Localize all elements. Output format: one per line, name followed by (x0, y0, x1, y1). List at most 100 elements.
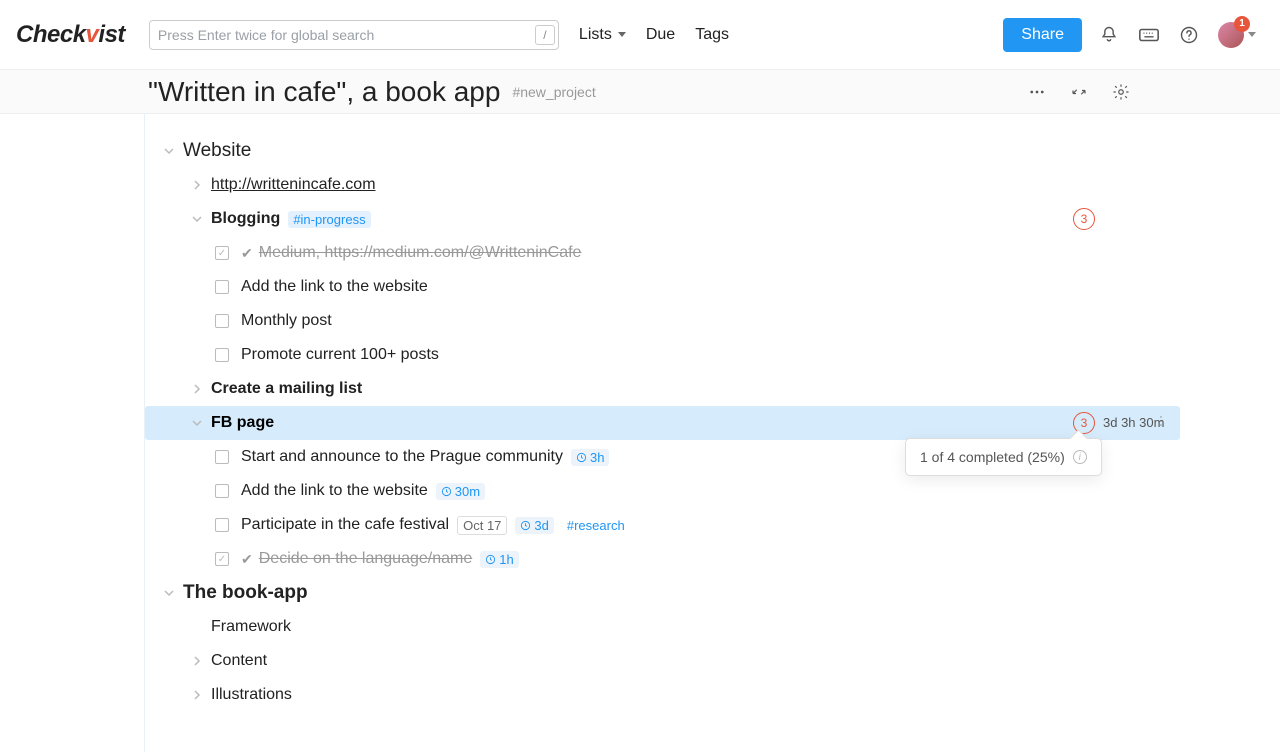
logo-text-2: ist (98, 21, 125, 49)
item-url[interactable]: http://writtenincafe.com (145, 168, 1280, 202)
item-label: Add the link to the website (241, 278, 428, 296)
item-label: Framework (211, 618, 291, 636)
nav-tags[interactable]: Tags (695, 26, 729, 44)
item-label: Medium, https://medium.com/@WritteninCaf… (259, 244, 582, 262)
top-bar: Checkvist / Lists Due Tags Share 1 (0, 0, 1280, 70)
time-badge: 30m (436, 483, 485, 500)
share-button[interactable]: Share (1003, 18, 1082, 52)
logo[interactable]: Checkvist (16, 21, 125, 49)
checkbox[interactable] (215, 484, 229, 498)
tooltip-text: 1 of 4 completed (25%) (920, 449, 1065, 465)
item-promote[interactable]: Promote current 100+ posts (145, 338, 1280, 372)
clock-icon (485, 554, 496, 565)
item-content[interactable]: Content (145, 644, 1280, 678)
nav-lists[interactable]: Lists (579, 26, 626, 44)
item-mailing[interactable]: Create a mailing list (145, 372, 1280, 406)
chevron-down-icon[interactable] (161, 143, 177, 159)
logo-accent: v (86, 21, 99, 49)
item-monthly[interactable]: Monthly post (145, 304, 1280, 338)
item-framework[interactable]: Framework (145, 610, 1280, 644)
item-label: Website (183, 140, 251, 162)
title-actions (1026, 81, 1132, 103)
item-label: Add the link to the website (241, 482, 428, 500)
logo-text: Check (16, 21, 86, 49)
item-label: The book-app (183, 582, 308, 604)
count-badge[interactable]: 3 (1073, 208, 1095, 230)
item-label: Decide on the language/name (259, 550, 473, 568)
progress-tooltip: 1 of 4 completed (25%) i (905, 438, 1102, 476)
outline-content: Website http://writtenincafe.com Bloggin… (144, 114, 1280, 752)
chevron-right-icon[interactable] (189, 381, 205, 397)
time-value: 3d (534, 518, 548, 533)
item-label: Promote current 100+ posts (241, 346, 439, 364)
done-icon: ✔ (241, 551, 253, 568)
keyboard-icon[interactable] (1138, 24, 1160, 46)
bell-icon[interactable] (1098, 24, 1120, 46)
item-illustrations[interactable]: Illustrations (145, 678, 1280, 712)
nav-due[interactable]: Due (646, 26, 675, 44)
time-badge: 3d (515, 517, 553, 534)
info-icon[interactable]: i (1073, 450, 1087, 464)
item-label: Blogging (211, 210, 280, 228)
checkbox[interactable] (215, 348, 229, 362)
chevron-right-icon[interactable] (189, 653, 205, 669)
chevron-right-icon[interactable] (189, 177, 205, 193)
date-badge: Oct 17 (457, 516, 507, 535)
item-label: Monthly post (241, 312, 332, 330)
search-wrap: / (149, 20, 559, 50)
chevron-down-icon[interactable] (189, 211, 205, 227)
clock-icon (576, 452, 587, 463)
nav-lists-label: Lists (579, 26, 612, 44)
search-input[interactable] (149, 20, 559, 50)
item-label: Start and announce to the Prague communi… (241, 448, 563, 466)
page-title[interactable]: "Written in cafe", a book app (148, 76, 500, 108)
tag-badge[interactable]: #research (562, 517, 630, 534)
chevron-down-icon[interactable] (189, 415, 205, 431)
avatar-menu[interactable]: 1 (1218, 22, 1256, 48)
more-icon[interactable] (1026, 81, 1048, 103)
time-badge: 3h (571, 449, 609, 466)
item-decide[interactable]: ✔ Decide on the language/name 1h (145, 542, 1280, 576)
chevron-down-icon (618, 32, 626, 37)
item-link[interactable]: http://writtenincafe.com (211, 176, 376, 194)
time-value: 30m (455, 484, 480, 499)
item-label: Create a mailing list (211, 380, 362, 398)
notification-badge: 1 (1234, 16, 1250, 32)
checkbox[interactable] (215, 518, 229, 532)
help-icon[interactable] (1178, 24, 1200, 46)
item-fbpage[interactable]: FB page (145, 406, 1180, 440)
clock-icon (520, 520, 531, 531)
gear-icon[interactable] (1110, 81, 1132, 103)
chevron-down-icon[interactable] (161, 585, 177, 601)
tag-badge[interactable]: #in-progress (288, 211, 370, 228)
item-bookapp[interactable]: The book-app (145, 576, 1280, 610)
title-bar: "Written in cafe", a book app #new_proje… (0, 70, 1280, 114)
estimate-text: 3d 3h 30m (1103, 415, 1164, 430)
title-tag[interactable]: #new_project (512, 84, 595, 100)
collapse-icon[interactable] (1068, 81, 1090, 103)
item-participate[interactable]: Participate in the cafe festival Oct 17 … (145, 508, 1280, 542)
slash-key-hint: / (535, 25, 555, 45)
done-icon: ✔ (241, 245, 253, 262)
chevron-right-icon[interactable] (189, 687, 205, 703)
item-addlink1[interactable]: Add the link to the website (145, 270, 1280, 304)
checkbox[interactable] (215, 552, 229, 566)
item-blogging[interactable]: Blogging #in-progress 3 (145, 202, 1280, 236)
item-website[interactable]: Website (145, 134, 1280, 168)
time-badge: 1h (480, 551, 518, 568)
checkbox[interactable] (215, 314, 229, 328)
time-value: 3h (590, 450, 604, 465)
clock-icon (441, 486, 452, 497)
item-addlink2[interactable]: Add the link to the website 30m (145, 474, 1280, 508)
checkbox[interactable] (215, 280, 229, 294)
time-value: 1h (499, 552, 513, 567)
chevron-down-icon (1248, 32, 1256, 37)
checkbox[interactable] (215, 246, 229, 260)
item-label: Content (211, 652, 267, 670)
item-start-prague[interactable]: Start and announce to the Prague communi… (145, 440, 1280, 474)
top-nav: Lists Due Tags (579, 26, 729, 44)
item-medium[interactable]: ✔ Medium, https://medium.com/@WritteninC… (145, 236, 1280, 270)
checkbox[interactable] (215, 450, 229, 464)
item-label: Illustrations (211, 686, 292, 704)
item-label: Participate in the cafe festival (241, 516, 449, 534)
